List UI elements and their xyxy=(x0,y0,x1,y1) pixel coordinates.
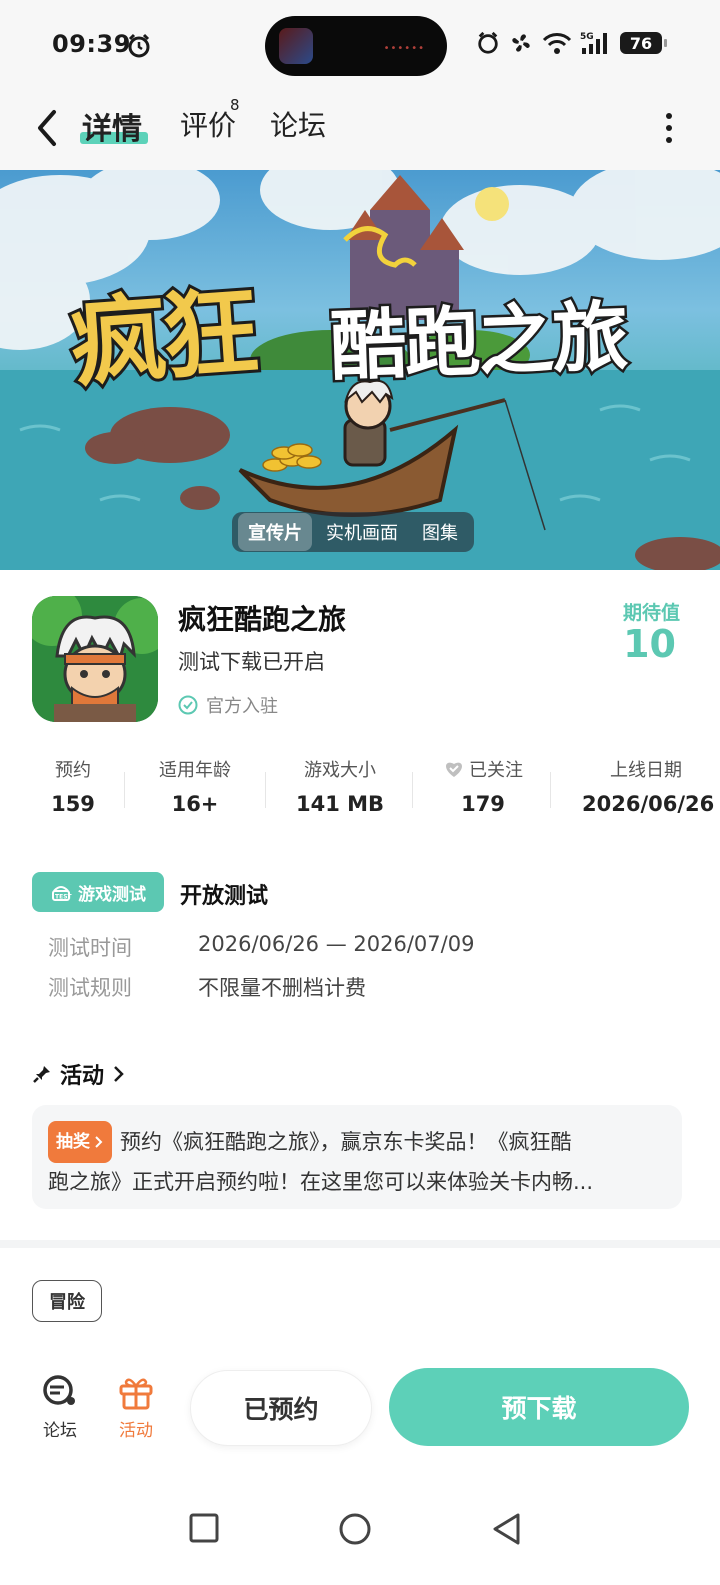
stat-game-size[interactable]: 游戏大小 141 MB xyxy=(280,756,400,816)
test-rule-value: 不限量不删档计费 xyxy=(198,976,366,1000)
chevron-right-icon xyxy=(95,1136,103,1148)
game-name: 疯狂酷跑之旅 xyxy=(178,603,347,636)
home-icon[interactable] xyxy=(338,1512,372,1546)
stat-value: 16+ xyxy=(171,792,219,816)
top-nav-bar: 详情 评价 8 论坛 xyxy=(0,90,720,170)
activity-text-2: 跑之旅》正式开启预约啦！在这里您可以来体验关卡内畅... xyxy=(48,1170,594,1194)
gift-icon xyxy=(119,1378,153,1410)
test-rule-label: 测试规则 xyxy=(48,976,132,1000)
test-type-title: 开放测试 xyxy=(180,884,269,909)
game-test-badge: TEST 游戏测试 xyxy=(32,872,164,912)
description-peek xyxy=(32,1348,682,1356)
battery-indicator: 76 xyxy=(620,32,667,54)
official-verified: 官方入驻 xyxy=(178,692,278,718)
svg-text:5G: 5G xyxy=(580,32,594,42)
back-arrow-icon[interactable] xyxy=(32,108,62,148)
bottom-forum-button[interactable]: 论坛 xyxy=(30,1374,90,1441)
stat-value: 179 xyxy=(461,792,505,816)
divider xyxy=(265,772,266,808)
test-time-value: 2026/06/26 — 2026/07/09 xyxy=(198,932,475,956)
promo-banner[interactable]: 疯狂 酷跑之旅 宣传片 实机画面 图集 xyxy=(0,170,720,570)
stat-age-rating[interactable]: 适用年龄 16+ xyxy=(140,756,250,816)
tab-review[interactable]: 评价 xyxy=(180,104,236,144)
stats-row: 预约 159 适用年龄 16+ 游戏大小 141 MB 已关注 179 上线日期… xyxy=(0,756,720,826)
stat-label: 上线日期 xyxy=(610,760,682,781)
status-bar: 09:39 •••••• 5G 76 xyxy=(0,0,720,90)
activity-text-1: 预约《疯狂酷跑之旅》，赢京东卡奖品！《疯狂酷 xyxy=(120,1130,572,1154)
stat-reservations[interactable]: 预约 159 xyxy=(34,756,112,816)
media-tab-gallery[interactable]: 图集 xyxy=(412,513,468,551)
divider xyxy=(550,772,551,808)
dynamic-island[interactable]: •••••• xyxy=(265,16,447,76)
tab-detail[interactable]: 详情 xyxy=(82,104,142,148)
game-test-label: 游戏测试 xyxy=(78,884,146,905)
stat-label: 游戏大小 xyxy=(304,760,376,781)
island-app-thumbnail xyxy=(279,28,313,64)
lottery-tag: 抽奖 xyxy=(48,1121,112,1163)
bottom-activity-button[interactable]: 活动 xyxy=(106,1374,166,1441)
forum-chat-icon xyxy=(43,1375,75,1405)
system-back-icon[interactable] xyxy=(490,1512,522,1546)
bottom-action-bar: 论坛 活动 已预约 预下载 xyxy=(0,1356,720,1466)
activity-heading: 活动 xyxy=(60,1064,105,1089)
stat-release-date[interactable]: 上线日期 2026/06/26 xyxy=(576,756,720,816)
alarm-icon xyxy=(478,31,498,54)
stat-value: 159 xyxy=(51,792,95,816)
pin-icon xyxy=(33,1066,50,1083)
game-app-icon[interactable] xyxy=(32,596,158,722)
bottom-activity-label: 活动 xyxy=(119,1421,153,1441)
stat-value: 2026/06/26 xyxy=(582,792,715,816)
official-label: 官方入驻 xyxy=(206,696,278,717)
activity-line-1: 抽奖 预约《疯狂酷跑之旅》，赢京东卡奖品！《疯狂酷 xyxy=(48,1121,666,1163)
svg-text:TEST: TEST xyxy=(55,894,72,901)
divider xyxy=(124,772,125,808)
media-tab-gameplay[interactable]: 实机画面 xyxy=(316,513,408,551)
wifi-icon xyxy=(542,33,572,54)
reserved-button[interactable]: 已预约 xyxy=(190,1370,372,1446)
stat-value: 141 MB xyxy=(295,792,385,816)
activity-header[interactable]: 活动 xyxy=(32,1058,126,1090)
heart-icon xyxy=(446,762,462,777)
status-icons: 5G 76 xyxy=(476,30,667,56)
more-options-icon[interactable] xyxy=(664,110,674,146)
banner-title-part1: 疯狂 xyxy=(64,273,261,404)
system-navigation-bar xyxy=(0,1466,720,1585)
test-icon: TEST xyxy=(52,886,72,901)
pre-download-button[interactable]: 预下载 xyxy=(389,1368,689,1446)
banner-title-part2: 酷跑之旅 xyxy=(326,289,630,393)
fan-icon xyxy=(512,34,530,52)
game-detail-page: 09:39 •••••• 5G 76 详情 评价 8 论坛 疯狂 酷跑之旅 宣传… xyxy=(0,0,720,1585)
lottery-tag-label: 抽奖 xyxy=(56,1132,90,1152)
expectation-label: 期待值 xyxy=(622,602,680,624)
divider xyxy=(412,772,413,808)
banner-game-title: 疯狂 酷跑之旅 xyxy=(60,260,680,404)
expectation-value: 10 xyxy=(623,622,676,666)
status-time: 09:39 xyxy=(52,30,131,58)
stat-label: 预约 xyxy=(55,760,91,781)
tab-forum[interactable]: 论坛 xyxy=(270,104,326,144)
section-separator xyxy=(0,1240,720,1248)
bottom-forum-label: 论坛 xyxy=(43,1421,77,1441)
media-tab-bar: 宣传片 实机画面 图集 xyxy=(232,512,474,552)
chevron-right-icon xyxy=(114,1066,124,1082)
activity-description: 抽奖 预约《疯狂酷跑之旅》，赢京东卡奖品！《疯狂酷 跑之旅》正式开启预约啦！在这里… xyxy=(48,1121,666,1201)
genre-tag[interactable]: 冒险 xyxy=(32,1280,102,1322)
alarm-icon xyxy=(126,33,152,63)
activity-card[interactable]: 抽奖 预约《疯狂酷跑之旅》，赢京东卡奖品！《疯狂酷 跑之旅》正式开启预约啦！在这里… xyxy=(32,1105,682,1209)
stat-followers[interactable]: 已关注 179 xyxy=(428,756,538,816)
game-status-subtitle: 测试下载已开启 xyxy=(178,650,325,674)
stat-label: 已关注 xyxy=(428,756,538,782)
verified-check-icon xyxy=(178,695,198,715)
recent-apps-icon[interactable] xyxy=(188,1512,220,1544)
stat-label: 适用年龄 xyxy=(159,760,231,781)
signal-icon: 5G xyxy=(580,32,607,54)
review-count-badge: 8 xyxy=(230,96,240,114)
test-time-label: 测试时间 xyxy=(48,936,132,960)
stat-label-text: 已关注 xyxy=(469,760,523,781)
island-progress-dots: •••••• xyxy=(383,43,425,54)
media-tab-trailer[interactable]: 宣传片 xyxy=(238,513,312,551)
